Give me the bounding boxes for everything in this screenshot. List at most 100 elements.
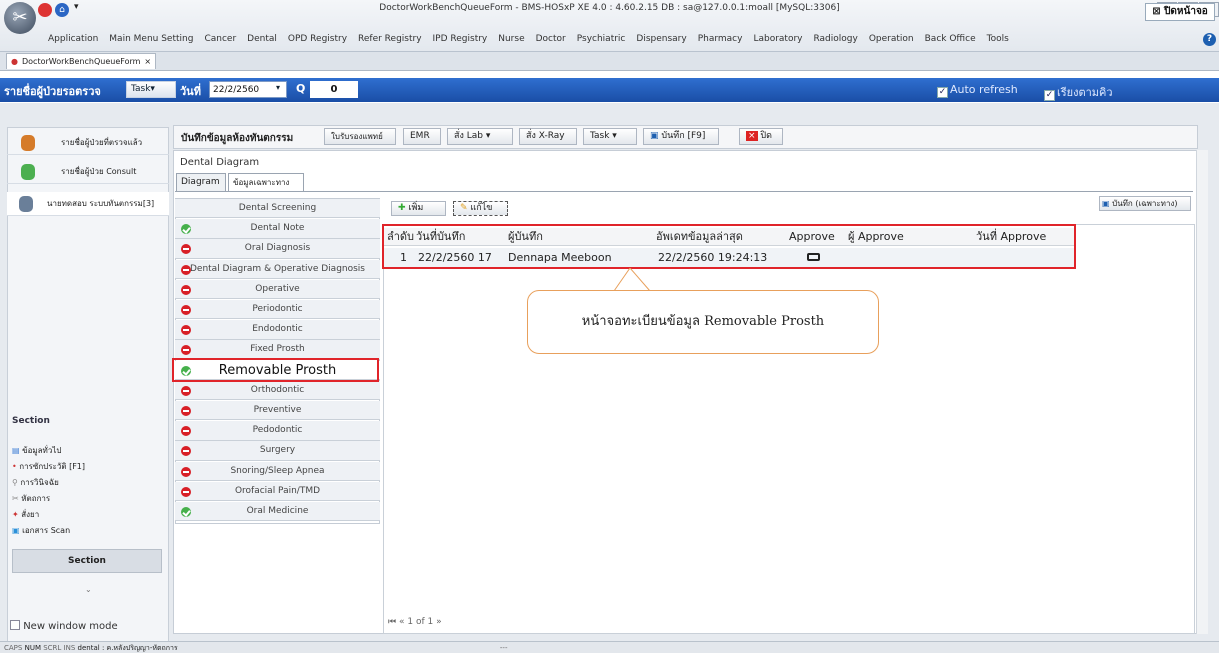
save-specialty-button[interactable]: ▣ บันทึก (เฉพาะทาง)	[1099, 196, 1191, 211]
list-item-label: Oral Diagnosis	[244, 243, 311, 254]
list-item[interactable]: Fixed Prosth	[175, 340, 380, 360]
queue-title: รายชื่อผู้ป่วยรอตรวจ	[4, 85, 101, 98]
nav-examined-patients[interactable]: รายชื่อผู้ป่วยที่ตรวจแล้ว	[7, 131, 169, 155]
sort-queue-checkbox[interactable]: ✓ เรียงตามคิว	[1044, 83, 1113, 101]
list-item-label: Surgery	[259, 445, 296, 456]
edit-button[interactable]: ✎ แก้ไข	[453, 201, 508, 216]
add-button[interactable]: ✚ เพิ่ม	[391, 201, 446, 216]
close-screen-label: ปิดหน้าจอ	[1164, 6, 1208, 17]
minus-status-icon	[181, 446, 191, 457]
section-prescribe[interactable]: ✦ สั่งยา	[12, 509, 39, 521]
menu-application[interactable]: Application	[48, 34, 98, 50]
save-icon: ▣	[1102, 199, 1110, 208]
queue-input[interactable]: 0	[310, 81, 358, 98]
nav-consult-label: รายชื่อผู้ป่วย Consult	[61, 167, 137, 176]
patient-icon	[19, 196, 33, 212]
menu-radiology[interactable]: Radiology	[813, 34, 857, 50]
list-item[interactable]: Oral Medicine	[175, 502, 380, 522]
expand-chevron-icon[interactable]: ⌄	[85, 585, 92, 594]
close-box-icon: ⊠	[1152, 6, 1161, 17]
menu-ipd-registry[interactable]: IPD Registry	[433, 34, 488, 50]
first-page-icon[interactable]: ⏮	[388, 617, 396, 627]
task-button[interactable]: Task▾	[126, 81, 176, 98]
document-tab[interactable]: ● DoctorWorkBenchQueueForm ×	[6, 53, 157, 69]
list-item[interactable]: Pedodontic	[175, 421, 380, 441]
section-general-info[interactable]: ▤ ข้อมูลทั่วไป	[12, 445, 61, 457]
nav-consult-patients[interactable]: รายชื่อผู้ป่วย Consult	[7, 160, 169, 184]
section-scan-docs[interactable]: ▣ เอกสาร Scan	[12, 525, 70, 537]
save-f9-button[interactable]: ▣ บันทึก [F9]	[643, 128, 719, 145]
list-item[interactable]: Dental Diagram & Operative Diagnosis	[175, 259, 380, 279]
section-item-label: เอกสาร Scan	[22, 526, 71, 535]
auto-refresh-checkbox[interactable]: ✓ Auto refresh	[937, 83, 1018, 98]
section-item-label: การซักประวัติ [F1]	[19, 462, 86, 471]
tab-diagram[interactable]: Diagram	[176, 173, 226, 191]
menu-doctor[interactable]: Doctor	[536, 34, 566, 50]
medical-certificate-button[interactable]: ใบรับรองแพทย์	[324, 128, 396, 145]
list-item-label: Oral Medicine	[246, 506, 309, 516]
order-lab-button[interactable]: สั่ง Lab ▾	[447, 128, 513, 145]
list-item[interactable]: Preventive	[175, 401, 380, 421]
help-icon[interactable]: ?	[1203, 33, 1216, 46]
list-item[interactable]: Periodontic	[175, 300, 380, 320]
menu-psychiatric[interactable]: Psychiatric	[577, 34, 626, 50]
new-window-mode-label: New window mode	[23, 621, 118, 632]
num-indicator: NUM	[24, 644, 41, 652]
section-button[interactable]: Section	[12, 549, 162, 573]
minus-status-icon	[181, 305, 191, 315]
menu-dental[interactable]: Dental	[247, 34, 277, 50]
menu-nurse[interactable]: Nurse	[498, 34, 524, 50]
list-item-label: Dental Note	[250, 223, 305, 234]
list-item[interactable]: Orthodontic	[175, 380, 380, 401]
check-status-icon	[181, 507, 191, 517]
callout-pointer	[613, 268, 651, 292]
tab-specialty-data[interactable]: ข้อมูลเฉพาะทาง	[228, 173, 304, 191]
emr-button[interactable]: EMR	[403, 128, 441, 145]
pager-label: 1 of 1	[407, 617, 434, 627]
list-item[interactable]: Orofacial Pain/TMD	[175, 481, 380, 502]
callout-bubble: หน้าจอทะเบียนข้อมูล Removable Prosth	[527, 290, 879, 354]
menu-back-office[interactable]: Back Office	[925, 34, 976, 50]
list-item[interactable]: Endodontic	[175, 320, 380, 340]
menu-cancer[interactable]: Cancer	[204, 34, 236, 50]
section-history[interactable]: • การซักประวัติ [F1]	[12, 461, 85, 473]
status-bar: CAPS NUM SCRL INS dental : ค.หลังปริญญา-…	[0, 641, 1219, 653]
task-menu-button[interactable]: Task ▾	[583, 128, 637, 145]
list-item[interactable]: Dental Screening	[175, 199, 380, 219]
list-item[interactable]: Dental Note	[175, 219, 380, 239]
list-item[interactable]: Snoring/Sleep Apnea	[175, 461, 380, 481]
list-item[interactable]: Operative	[175, 279, 380, 300]
save-specialty-label: บันทึก (เฉพาะทาง)	[1112, 199, 1178, 208]
close-screen-button[interactable]: ⊠ ปิดหน้าจอ	[1145, 3, 1215, 21]
prev-page-icon[interactable]: «	[399, 617, 405, 627]
menu-main-menu-setting[interactable]: Main Menu Setting	[109, 34, 193, 50]
close-tab-icon[interactable]: ×	[144, 55, 151, 69]
grid-pager[interactable]: ⏮ « 1 of 1 »	[388, 617, 442, 627]
menu-refer-registry[interactable]: Refer Registry	[358, 34, 422, 50]
section-diagnosis[interactable]: ⚲ การวินิจฉัย	[12, 477, 59, 489]
order-xray-button[interactable]: สั่ง X-Ray	[519, 128, 577, 145]
date-dropdown-icon[interactable]: ▾	[276, 83, 280, 92]
list-item[interactable]: Oral Diagnosis	[175, 239, 380, 259]
nav-current-patient[interactable]: นายทดสอบ ระบบทันตกรรม[3]	[7, 192, 169, 216]
section-item-label: การวินิจฉัย	[20, 478, 59, 487]
new-window-mode-checkbox[interactable]: New window mode	[10, 620, 118, 632]
close-form-label: ปิด	[760, 131, 772, 141]
next-page-icon[interactable]: »	[436, 617, 442, 627]
list-item-label: Endodontic	[252, 324, 303, 335]
menu-tools[interactable]: Tools	[987, 34, 1009, 50]
dental-diagram-heading: Dental Diagram	[180, 157, 260, 168]
save-icon: ▣	[650, 131, 659, 141]
vertical-scrollbar[interactable]	[1196, 150, 1208, 634]
menu-operation[interactable]: Operation	[869, 34, 914, 50]
section-procedures[interactable]: ✂ หัตถการ	[12, 493, 50, 505]
scrl-indicator: SCRL	[43, 644, 62, 652]
menu-opd-registry[interactable]: OPD Registry	[288, 34, 347, 50]
menu-dispensary[interactable]: Dispensary	[636, 34, 686, 50]
caps-indicator: CAPS	[4, 644, 23, 652]
menu-laboratory[interactable]: Laboratory	[753, 34, 802, 50]
menu-pharmacy[interactable]: Pharmacy	[698, 34, 743, 50]
list-item[interactable]: Surgery	[175, 441, 380, 461]
add-icon: ✚	[398, 203, 406, 213]
close-form-button[interactable]: × ปิด	[739, 128, 783, 145]
